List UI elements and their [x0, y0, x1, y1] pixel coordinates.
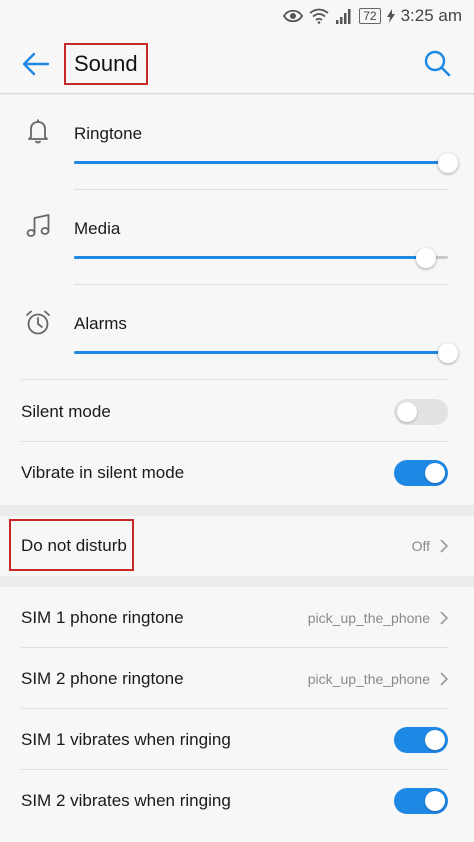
slider-fill [74, 256, 426, 259]
status-icons: 72 3:25 am [283, 6, 462, 26]
setting-label: Do not disturb [21, 536, 127, 555]
slider-thumb[interactable] [438, 153, 458, 173]
charging-icon [386, 9, 395, 23]
slider-fill [74, 161, 448, 164]
slider-thumb[interactable] [438, 343, 458, 363]
media-volume-row: Media [0, 190, 474, 285]
chevron-right-icon [440, 671, 448, 686]
page-title-highlight: Sound [64, 43, 148, 85]
volume-settings-card: Ringtone Media Alarms Silent mode Vibrat… [0, 95, 474, 505]
alarms-volume-row: Alarms [0, 285, 474, 380]
sim2-ringtone-row[interactable]: SIM 2 phone ringtone pick_up_the_phone [0, 648, 474, 709]
toggle-knob [425, 462, 445, 483]
wifi-icon [309, 8, 329, 24]
volume-label: Alarms [74, 314, 127, 333]
status-bar: 72 3:25 am [0, 0, 474, 32]
setting-value: pick_up_the_phone [307, 609, 430, 626]
setting-label: Vibrate in silent mode [21, 462, 185, 482]
app-bar: Sound [0, 32, 474, 94]
divider [21, 379, 448, 380]
setting-label: SIM 1 vibrates when ringing [21, 729, 231, 749]
back-arrow-icon [22, 52, 50, 76]
search-button[interactable] [422, 48, 452, 78]
setting-value-group: pick_up_the_phone [308, 610, 448, 626]
vibrate-silent-toggle[interactable] [394, 459, 448, 486]
eye-icon [283, 9, 304, 23]
sim1-vibrate-toggle[interactable] [394, 726, 448, 753]
setting-value-group: Off [412, 538, 448, 554]
music-note-icon [26, 214, 50, 237]
silent-mode-row[interactable]: Silent mode [0, 381, 474, 442]
volume-label: Ringtone [74, 124, 143, 143]
setting-value: Off [411, 538, 430, 554]
page-title: Sound [74, 51, 138, 76]
volume-label: Media [74, 219, 121, 238]
signal-icon [336, 9, 351, 24]
toggle-knob [425, 729, 445, 750]
setting-value: pick_up_the_phone [307, 670, 430, 687]
do-not-disturb-row[interactable]: Do not disturb Off [0, 516, 474, 576]
back-button[interactable] [20, 49, 52, 79]
bell-icon [28, 119, 48, 144]
slider-fill [74, 351, 448, 354]
ringtone-volume-slider[interactable] [74, 153, 458, 173]
setting-label: SIM 2 phone ringtone [21, 668, 184, 688]
search-icon [424, 50, 451, 77]
sim2-vibrate-toggle[interactable] [394, 787, 448, 814]
media-volume-slider[interactable] [74, 248, 448, 268]
silent-mode-toggle[interactable] [394, 398, 448, 425]
setting-label: SIM 1 phone ringtone [21, 607, 184, 627]
sim2-vibrate-row[interactable]: SIM 2 vibrates when ringing [0, 770, 474, 831]
sim1-ringtone-row[interactable]: SIM 1 phone ringtone pick_up_the_phone [0, 587, 474, 648]
toggle-knob [397, 401, 417, 422]
slider-thumb[interactable] [415, 248, 436, 268]
sim1-vibrate-row[interactable]: SIM 1 vibrates when ringing [0, 709, 474, 770]
setting-label: Silent mode [21, 401, 111, 421]
toggle-knob [425, 790, 445, 811]
alarm-clock-icon [26, 310, 50, 335]
chevron-right-icon [440, 539, 448, 553]
vibrate-silent-row[interactable]: Vibrate in silent mode [0, 442, 474, 503]
setting-value-group: pick_up_the_phone [308, 671, 448, 687]
chevron-right-icon [440, 610, 448, 625]
alarms-volume-slider[interactable] [74, 343, 458, 363]
setting-label: SIM 2 vibrates when ringing [21, 790, 231, 810]
status-time: 3:25 am [400, 6, 462, 25]
sim-settings-card: SIM 1 phone ringtone pick_up_the_phone S… [0, 587, 474, 842]
ringtone-volume-row: Ringtone [0, 95, 474, 190]
battery-icon: 72 [359, 8, 381, 24]
